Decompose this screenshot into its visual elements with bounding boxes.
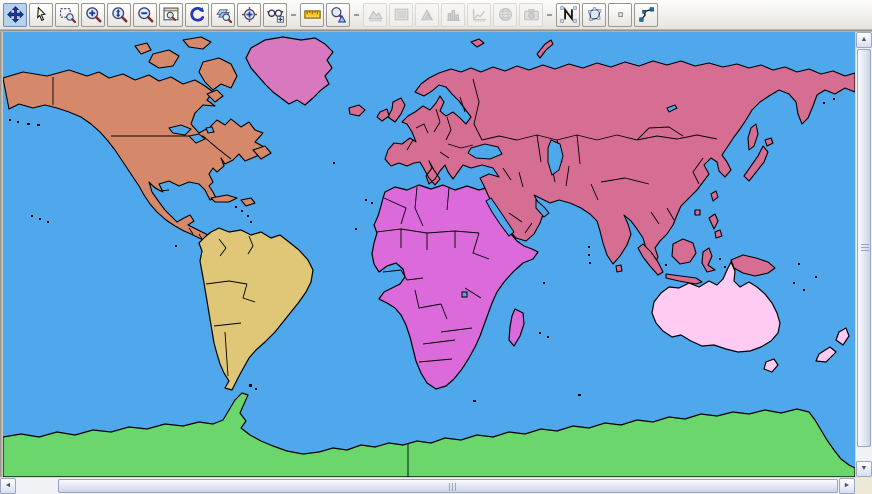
zoom-selected-layer-icon [215,6,232,23]
scroll-left-button[interactable]: ◄ [0,478,16,494]
zoom-out-button[interactable] [133,3,157,27]
preview-window-button[interactable] [159,3,183,27]
image-overlay-button [389,3,413,27]
profile-chart-button [467,3,491,27]
pan-icon [7,6,24,23]
image-icon [393,6,410,23]
map-viewport[interactable] [3,32,855,477]
preview-window-icon [163,6,180,23]
point-icon [612,6,629,23]
thumb-grip [861,244,869,252]
measure-button[interactable] [300,3,324,27]
select-button[interactable] [29,3,53,27]
globe-view-button [493,3,517,27]
thumb-grip [449,483,457,491]
globe-icon [497,6,514,23]
zoom-in-button[interactable] [81,3,105,27]
histogram-chart-button [441,3,465,27]
zoom-full-extent-icon [111,6,128,23]
terrain-view-button [415,3,439,27]
toolbar-separator [545,3,554,27]
refresh-icon [189,6,206,23]
draw-polyline-button[interactable] [634,3,658,27]
toolbar-separator [352,3,361,27]
cursor-icon [33,6,50,23]
scroll-up-button[interactable]: ▲ [856,32,872,48]
bar-chart-icon [445,6,462,23]
draw-point-button[interactable] [608,3,632,27]
north-arrow-button[interactable] [556,3,580,27]
world-map[interactable] [3,32,855,477]
shaded-relief-button [363,3,387,27]
camera-icon [523,6,540,23]
refresh-button[interactable] [185,3,209,27]
zoom-coordinates-button[interactable] [237,3,261,27]
query-magnifier-icon [330,6,347,23]
scrollbar-corner [855,477,872,494]
vertical-scrollbar[interactable]: ▲ ▼ [855,32,872,477]
north-arrow-icon [560,6,577,23]
ruler-icon [304,6,321,23]
pan-button[interactable] [3,3,27,27]
zoom-in-icon [85,6,102,23]
line-chart-icon [471,6,488,23]
horizontal-scrollbar[interactable]: ◄ ► [0,477,855,494]
shaded-relief-icon [367,6,384,23]
zoom-selected-layer-button[interactable] [211,3,235,27]
zoom-coordinates-icon [241,6,258,23]
vertical-scrollbar-thumb[interactable] [857,49,871,447]
draw-polygon-button[interactable] [582,3,606,27]
zoom-full-extent-button[interactable] [107,3,131,27]
toolbar [0,0,872,30]
scroll-right-button[interactable]: ► [839,478,855,494]
identify-button[interactable] [263,3,287,27]
polygon-icon [586,6,603,23]
toolbar-separator [289,3,298,27]
scroll-down-button[interactable]: ▼ [856,461,872,477]
eyeglasses-icon [267,6,284,23]
zoom-rectangle-button[interactable] [55,3,79,27]
zoom-rectangle-icon [59,6,76,23]
zoom-out-icon [137,6,154,23]
mountain-icon [419,6,436,23]
spatial-query-button[interactable] [326,3,350,27]
horizontal-scrollbar-thumb[interactable] [58,479,838,493]
polyline-icon [638,6,655,23]
snapshot-button [519,3,543,27]
